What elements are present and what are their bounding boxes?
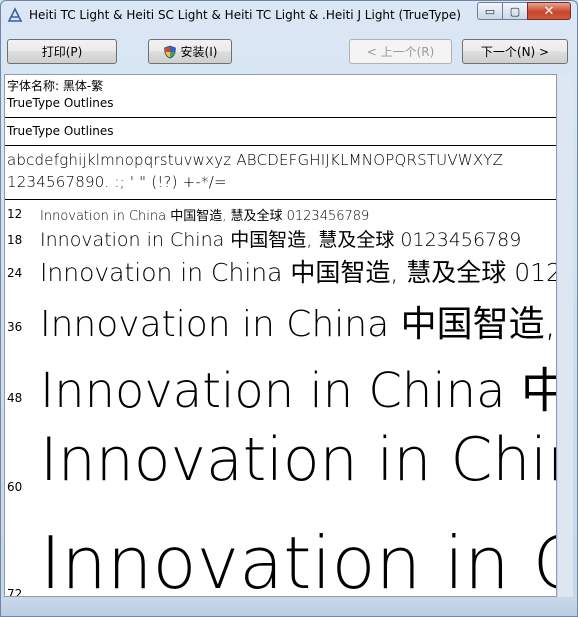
size-label: 24: [7, 266, 23, 280]
separator-3: [5, 199, 556, 200]
uac-shield-icon: [163, 45, 176, 59]
print-button-label: 打印(P): [41, 45, 83, 59]
sample-text: Innovation in China 中国智造, 慧及全球 012345678…: [40, 258, 556, 287]
window-bottom-edge: [1, 598, 577, 616]
minimize-icon: ▭: [484, 4, 496, 18]
print-button[interactable]: 打印(P): [7, 39, 117, 64]
previous-button[interactable]: < 上一个(R): [349, 39, 452, 64]
previous-button-label: < 上一个(R): [366, 45, 435, 59]
sample-text: Innovation in China 中国智造, 慧及全球 012345678…: [40, 209, 370, 224]
font-name-line: 字体名称: 黑体-繁: [7, 79, 104, 93]
maximize-icon: ▢: [509, 4, 521, 18]
sample-text: Innovation in China: [40, 521, 556, 597]
close-icon: ✕: [543, 3, 555, 19]
sample-text: Innovation in China 中国智造: [40, 363, 556, 419]
size-label: 18: [7, 233, 23, 247]
separator-2: [5, 145, 556, 146]
font-preview-window: Heiti TC Light & Heiti SC Light & Heiti …: [0, 0, 578, 617]
font-viewer-icon: [7, 7, 23, 22]
toolbar: 打印(P) 安装(I) < 上一个(R) 下一个(N) >: [7, 39, 573, 69]
outline-info-2: TrueType Outlines: [7, 124, 114, 138]
size-label: 48: [7, 391, 23, 405]
font-preview-area[interactable]: 字体名称: 黑体-繁 TrueType Outlines TrueType Ou…: [4, 74, 557, 597]
size-label: 36: [7, 320, 23, 334]
sample-text: Innovation in China 中国智造, 慧及全球 012345678…: [40, 229, 522, 251]
size-label: 60: [7, 480, 23, 494]
charset-letters: abcdefghijklmnopqrstuvwxyz ABCDEFGHIJKLM…: [7, 151, 504, 169]
charset-digits: 1234567890. :; ' " (!?) +-*/=: [7, 173, 227, 191]
title-bar[interactable]: Heiti TC Light & Heiti SC Light & Heiti …: [1, 1, 577, 31]
maximize-button[interactable]: ▢: [502, 2, 528, 20]
sample-text: Innovation in China 中国智造, 慧及全球: [40, 304, 557, 345]
window-title: Heiti TC Light & Heiti SC Light & Heiti …: [29, 8, 461, 22]
separator-1: [5, 117, 556, 118]
outline-info-1: TrueType Outlines: [7, 96, 114, 110]
install-button[interactable]: 安装(I): [148, 39, 232, 64]
size-label: 72: [7, 587, 23, 597]
next-button-label: 下一个(N) >: [480, 45, 550, 59]
size-label: 12: [7, 207, 23, 221]
close-button[interactable]: ✕: [527, 2, 571, 20]
minimize-button[interactable]: ▭: [477, 2, 503, 20]
right-frame-edge: [558, 74, 573, 597]
next-button[interactable]: 下一个(N) >: [462, 39, 568, 64]
caption-buttons: ▭ ▢ ✕: [477, 2, 571, 20]
sample-text: Innovation in China: [40, 425, 556, 495]
install-button-label: 安装(I): [180, 45, 218, 59]
